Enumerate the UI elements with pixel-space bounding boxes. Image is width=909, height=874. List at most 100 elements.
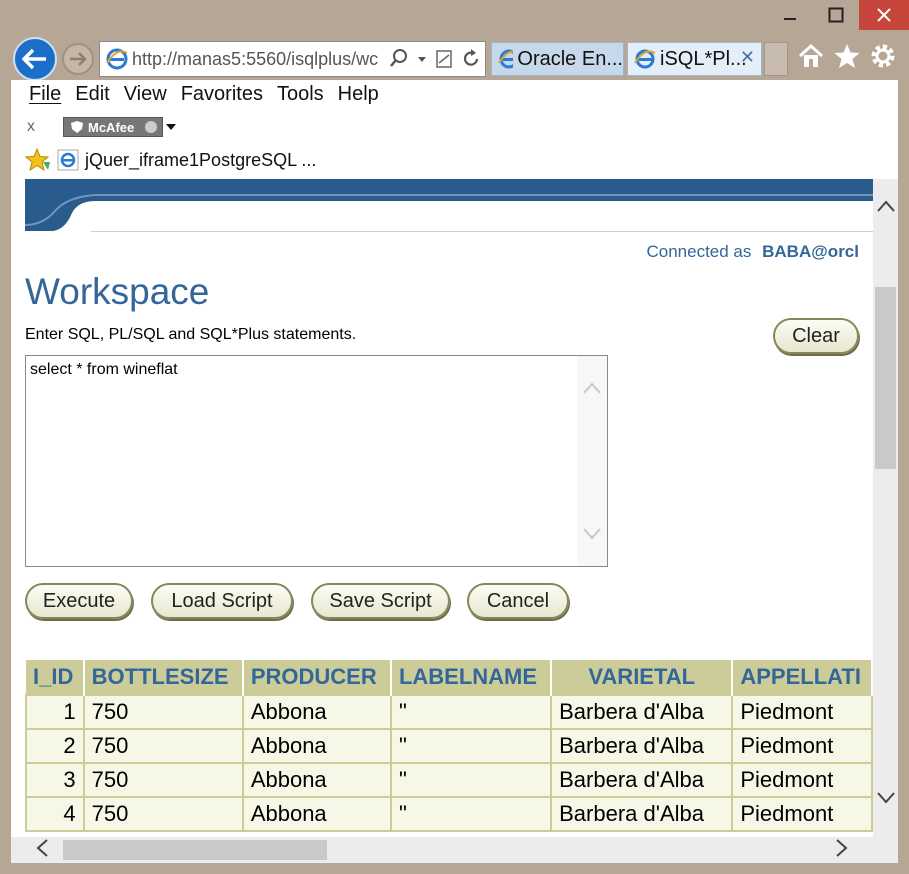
- address-bar[interactable]: http://manas5:5560/isqlplus/wc: [99, 41, 486, 77]
- back-button[interactable]: [13, 37, 57, 81]
- refresh-icon[interactable]: [461, 48, 481, 70]
- cell-labelname: ": [389, 796, 553, 832]
- browser-bars: File Edit View Favorites Tools Help x Mc…: [11, 80, 898, 179]
- dropdown-arrow-icon[interactable]: [165, 121, 177, 133]
- address-icons: [389, 48, 481, 70]
- connection-info: Connected as BABA@orcl: [646, 242, 859, 262]
- address-text[interactable]: http://manas5:5560/isqlplus/wc: [132, 49, 382, 70]
- cell-producer: Abbona: [241, 762, 392, 798]
- menu-file[interactable]: File: [29, 83, 61, 106]
- cell-varietal: Barbera d'Alba: [550, 728, 734, 764]
- mcafee-label: McAfee: [88, 119, 135, 135]
- banner-divider: [91, 231, 873, 232]
- minimize-button[interactable]: [767, 0, 813, 30]
- favorite-link[interactable]: jQuer_iframe1PostgreSQL ...: [85, 150, 316, 171]
- column-header-producer: PRODUCER: [242, 660, 392, 695]
- cell-appellation: Piedmont: [731, 796, 873, 832]
- chevron-right-icon[interactable]: [835, 838, 849, 858]
- tab-label: Oracle En...: [517, 47, 623, 70]
- oracle-banner: [25, 179, 873, 231]
- star-favorites-icon[interactable]: [833, 42, 861, 70]
- cell-varietal: Barbera d'Alba: [550, 762, 734, 798]
- horizontal-scrollbar[interactable]: [11, 837, 873, 863]
- cell-i-id: 2: [25, 728, 85, 764]
- column-header-bottlesize: BOTTLESIZE: [83, 660, 244, 695]
- cell-i-id: 4: [25, 796, 85, 832]
- page-viewport: Connected as BABA@orcl Workspace Enter S…: [11, 179, 873, 837]
- addon-bar: x McAfee: [27, 116, 177, 138]
- forward-button[interactable]: [62, 43, 94, 75]
- vertical-scroll-thumb[interactable]: [875, 287, 896, 469]
- help-circle-icon: [145, 121, 158, 133]
- chevron-down-icon[interactable]: [876, 791, 896, 805]
- compatibility-icon[interactable]: [435, 48, 453, 70]
- cell-bottlesize: 750: [82, 694, 244, 730]
- browser-toolbar: http://manas5:5560/isqlplus/wc Oracle En…: [0, 34, 909, 81]
- sql-input[interactable]: select * from wineflat: [25, 355, 608, 567]
- tab-label: iSQL*Pl...: [660, 47, 747, 70]
- cell-varietal: Barbera d'Alba: [550, 694, 734, 730]
- column-header-appellation: APPELLATI: [732, 660, 873, 695]
- menu-favorites[interactable]: Favorites: [181, 83, 263, 106]
- execute-button[interactable]: Execute: [25, 583, 133, 619]
- favorites-bar: jQuer_iframe1PostgreSQL ...: [25, 148, 316, 172]
- arrow-left-icon: [22, 48, 46, 70]
- search-icon[interactable]: [389, 48, 409, 70]
- menu-tools[interactable]: Tools: [277, 83, 324, 106]
- connected-label: Connected as: [646, 242, 752, 261]
- cell-i-id: 3: [25, 762, 85, 798]
- menu-help[interactable]: Help: [338, 83, 379, 106]
- load-script-button[interactable]: Load Script: [151, 583, 293, 619]
- cell-labelname: ": [389, 728, 553, 764]
- addon-close-button[interactable]: x: [27, 118, 63, 136]
- table-row: 1 750 Abbona " Barbera d'Alba Piedmont: [25, 694, 873, 730]
- chevron-left-icon[interactable]: [35, 838, 49, 858]
- cell-bottlesize: 750: [82, 728, 244, 764]
- save-script-button[interactable]: Save Script: [311, 583, 450, 619]
- chevron-down-icon[interactable]: [582, 527, 602, 541]
- cell-appellation: Piedmont: [731, 694, 873, 730]
- mcafee-toolbar-button[interactable]: McAfee: [63, 117, 163, 137]
- ie-logo-icon: [57, 149, 79, 171]
- cell-appellation: Piedmont: [731, 728, 873, 764]
- cell-bottlesize: 750: [82, 796, 244, 832]
- cell-producer: Abbona: [241, 728, 392, 764]
- home-icon[interactable]: [797, 42, 825, 70]
- menu-view[interactable]: View: [124, 83, 167, 106]
- ie-logo-icon: [634, 49, 656, 69]
- new-tab-button[interactable]: [764, 42, 788, 76]
- vertical-scrollbar[interactable]: [873, 179, 898, 837]
- table-row: 4 750 Abbona " Barbera d'Alba Piedmont: [25, 796, 873, 832]
- chevron-up-icon[interactable]: [582, 381, 602, 395]
- column-header-varietal: VARIETAL: [551, 660, 734, 695]
- maximize-button[interactable]: [813, 0, 859, 30]
- arrow-right-icon: [70, 52, 87, 66]
- cell-producer: Abbona: [241, 694, 392, 730]
- favorites-star-icon[interactable]: [25, 148, 51, 172]
- close-window-button[interactable]: [859, 0, 909, 30]
- tab-close-icon[interactable]: ✕: [740, 47, 755, 68]
- chevron-up-icon[interactable]: [876, 199, 896, 213]
- dropdown-arrow-icon[interactable]: [417, 48, 427, 70]
- column-header-labelname: LABELNAME: [390, 660, 553, 695]
- toolbar-right-icons: [797, 42, 897, 70]
- column-header-i-id: I_ID: [26, 660, 85, 695]
- horizontal-scroll-thumb[interactable]: [63, 840, 327, 860]
- cell-labelname: ": [389, 762, 553, 798]
- tab-oracle[interactable]: Oracle En...: [491, 42, 624, 76]
- gear-icon[interactable]: [869, 42, 897, 70]
- menu-edit[interactable]: Edit: [75, 83, 109, 106]
- ie-logo-icon: [498, 49, 514, 69]
- cell-appellation: Piedmont: [731, 762, 873, 798]
- close-icon: [877, 8, 891, 22]
- minimize-icon: [784, 18, 796, 20]
- ie-logo-icon: [106, 48, 128, 70]
- clear-button[interactable]: Clear: [773, 318, 859, 354]
- cancel-button[interactable]: Cancel: [467, 583, 569, 619]
- sql-scrollbar[interactable]: [577, 356, 607, 566]
- page-title: Workspace: [25, 271, 210, 312]
- connected-user: BABA@orcl: [762, 242, 859, 261]
- sql-text[interactable]: select * from wineflat: [30, 361, 178, 379]
- cell-varietal: Barbera d'Alba: [550, 796, 734, 832]
- tab-isqlplus[interactable]: iSQL*Pl... ✕: [627, 42, 762, 76]
